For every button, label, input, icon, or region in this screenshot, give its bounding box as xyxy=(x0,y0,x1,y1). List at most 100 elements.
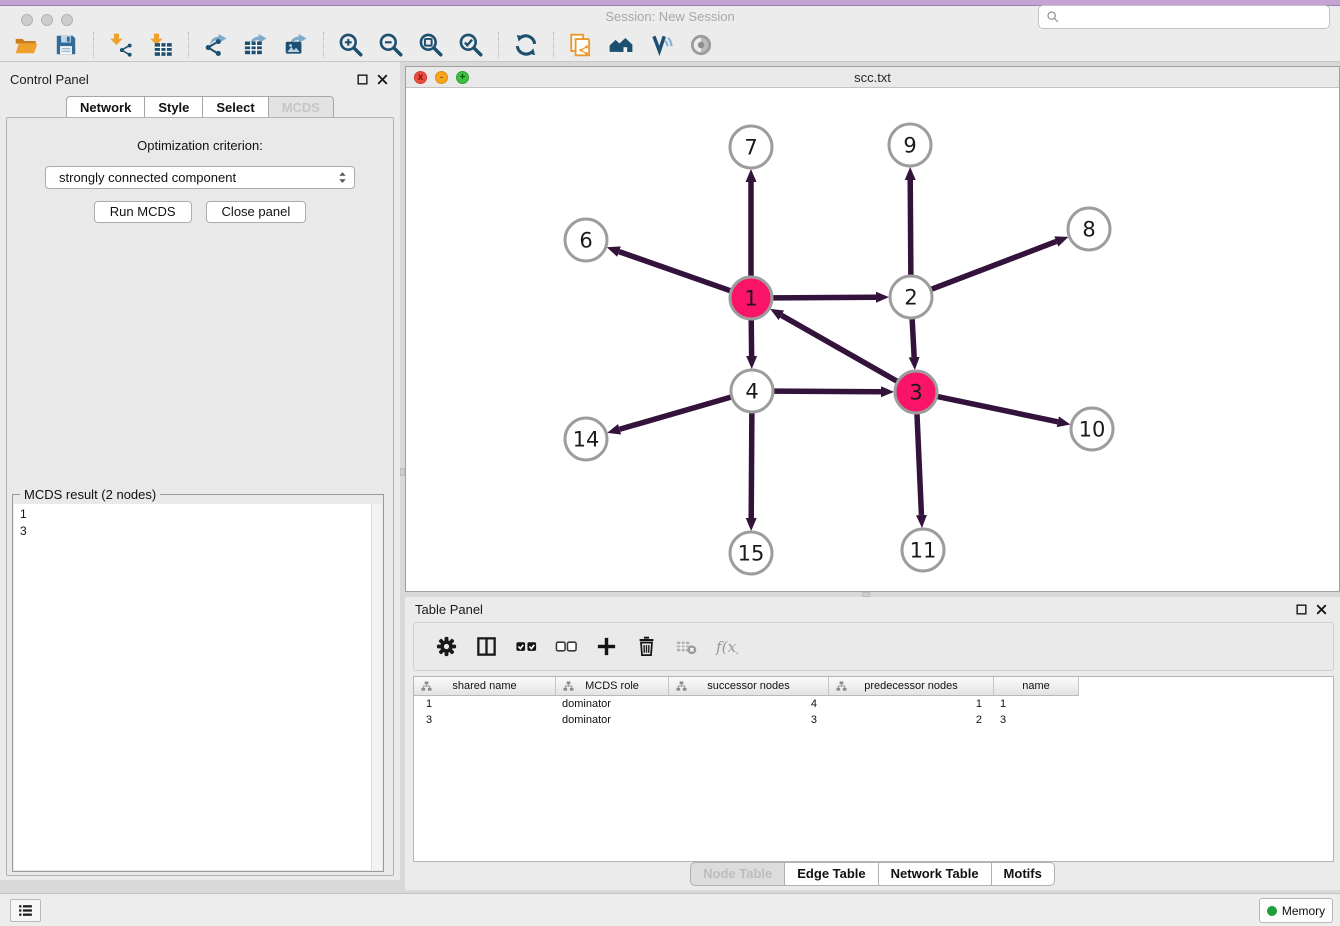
graph-edge-2-9[interactable] xyxy=(910,180,911,275)
mcds-result-text[interactable]: 1 3 xyxy=(14,504,382,870)
graph-edge-1-6[interactable] xyxy=(619,252,730,291)
save-session-button[interactable] xyxy=(46,30,86,60)
plus-icon xyxy=(595,635,618,658)
table-settings-button[interactable] xyxy=(428,632,464,662)
tab-motifs[interactable]: Motifs xyxy=(991,862,1055,886)
list-icon xyxy=(17,902,34,919)
frame-zoom-button[interactable]: + xyxy=(456,71,469,84)
table-row[interactable]: 3dominator323 xyxy=(414,712,1333,728)
show-panels-button[interactable] xyxy=(10,899,41,922)
graph-node-11[interactable]: 11 xyxy=(902,529,944,571)
column-panel-button[interactable] xyxy=(468,632,504,662)
graph-node-9[interactable]: 9 xyxy=(889,124,931,166)
zoom-selected-button[interactable] xyxy=(451,30,491,60)
column-header-label: successor nodes xyxy=(707,680,790,692)
hide-all-columns-button[interactable] xyxy=(548,632,584,662)
tab-node-table[interactable]: Node Table xyxy=(690,862,784,886)
float-panel-icon[interactable] xyxy=(356,73,369,86)
graph-node-6[interactable]: 6 xyxy=(565,219,607,261)
create-column-button[interactable] xyxy=(588,632,624,662)
float-table-panel-icon[interactable] xyxy=(1295,603,1308,616)
show-all-columns-button[interactable] xyxy=(508,632,544,662)
column-header-MCDS-role[interactable]: MCDS role xyxy=(556,677,669,696)
graph-node-8[interactable]: 8 xyxy=(1068,208,1110,250)
apply-layout-button[interactable] xyxy=(506,30,546,60)
table-cell[interactable]: 3 xyxy=(414,712,556,728)
table-cell[interactable]: 4 xyxy=(669,696,829,712)
tab-edge-table[interactable]: Edge Table xyxy=(784,862,877,886)
table-cell[interactable]: dominator xyxy=(556,696,669,712)
memory-button[interactable]: Memory xyxy=(1259,898,1333,923)
graph-node-4[interactable]: 4 xyxy=(731,370,773,412)
vertical-divider-grip[interactable] xyxy=(400,468,405,476)
table-cell[interactable]: dominator xyxy=(556,712,669,728)
table-cell[interactable]: 1 xyxy=(829,696,994,712)
import-network-button[interactable] xyxy=(101,30,141,60)
network-frame-titlebar[interactable]: scc.txt x-+ xyxy=(406,67,1339,88)
export-image-button[interactable] xyxy=(276,30,316,60)
table-cell[interactable]: 1 xyxy=(414,696,556,712)
search-input[interactable] xyxy=(1061,8,1329,26)
toolbar-separator xyxy=(93,32,94,58)
graph-edge-2-3[interactable] xyxy=(912,319,914,357)
graph-edge-4-15[interactable] xyxy=(751,413,752,518)
network-canvas[interactable]: 7 9 6 8 1 2 4 3 14 10 15 11 xyxy=(406,88,1339,591)
table-row[interactable]: 1dominator411 xyxy=(414,696,1333,712)
import-table-button[interactable] xyxy=(141,30,181,60)
graph-node-label: 1 xyxy=(744,287,757,311)
table-cell[interactable]: 1 xyxy=(994,696,1079,712)
close-table-panel-icon[interactable] xyxy=(1315,603,1328,616)
graph-node-10[interactable]: 10 xyxy=(1071,408,1113,450)
graph-edge-4-14[interactable] xyxy=(620,397,731,429)
tab-network-table[interactable]: Network Table xyxy=(878,862,991,886)
export-network-button[interactable] xyxy=(196,30,236,60)
frame-minimize-button[interactable]: - xyxy=(435,71,448,84)
run-mcds-button[interactable]: Run MCDS xyxy=(94,201,192,223)
graph-edge-3-10[interactable] xyxy=(938,397,1058,422)
graph-edge-1-2[interactable] xyxy=(773,297,876,298)
graph-edge-3-11[interactable] xyxy=(917,414,921,515)
svg-text:f(x): f(x) xyxy=(715,638,738,656)
zoom-in-button[interactable] xyxy=(331,30,371,60)
close-panel-icon[interactable] xyxy=(376,73,389,86)
graph-edge-4-3[interactable] xyxy=(774,391,881,392)
column-header-successor-nodes[interactable]: successor nodes xyxy=(669,677,829,696)
result-scrollbar[interactable] xyxy=(371,504,382,870)
column-header-shared-name[interactable]: shared name xyxy=(414,677,556,696)
graph-node-3[interactable]: 3 xyxy=(895,371,937,413)
import-table-icon xyxy=(148,32,174,58)
close-panel-button[interactable]: Close panel xyxy=(206,201,307,223)
graph-node-1[interactable]: 1 xyxy=(730,277,772,319)
graph-edge-2-8[interactable] xyxy=(932,241,1057,289)
criterion-dropdown[interactable]: strongly connected component xyxy=(45,166,355,189)
search-box[interactable] xyxy=(1038,5,1330,29)
open-file-button[interactable] xyxy=(6,30,46,60)
optimization-criterion-label: Optimization criterion: xyxy=(7,138,393,153)
mcds-result-group: MCDS result (2 nodes) 1 3 xyxy=(12,494,384,872)
vizmap-button[interactable] xyxy=(641,30,681,60)
frame-close-button[interactable]: x xyxy=(414,71,427,84)
table-panel: Table Panel f(x) shared nameMCDS rolesuc… xyxy=(405,597,1340,890)
graph-node-label: 9 xyxy=(903,134,916,158)
graph-node-14[interactable]: 14 xyxy=(565,418,607,460)
node-table[interactable]: shared nameMCDS role successor nodes prede… xyxy=(413,676,1334,862)
column-header-name[interactable]: name xyxy=(994,677,1079,696)
graph-node-15[interactable]: 15 xyxy=(730,532,772,574)
zoom-fit-button[interactable] xyxy=(411,30,451,60)
export-table-button[interactable] xyxy=(236,30,276,60)
zoom-out-button[interactable] xyxy=(371,30,411,60)
table-cell[interactable]: 3 xyxy=(994,712,1079,728)
column-header-predecessor-nodes[interactable]: predecessor nodes xyxy=(829,677,994,696)
eye-icon xyxy=(688,32,714,58)
trash-icon xyxy=(635,635,658,658)
table-cell[interactable]: 3 xyxy=(669,712,829,728)
graph-node-2[interactable]: 2 xyxy=(890,276,932,318)
delete-columns-button[interactable] xyxy=(628,632,664,662)
session-home-button[interactable] xyxy=(601,30,641,60)
hide-panel-button[interactable] xyxy=(681,30,721,60)
table-cell[interactable]: 2 xyxy=(829,712,994,728)
graph-edge-3-1[interactable] xyxy=(781,315,896,381)
toolbar-separator xyxy=(498,32,499,58)
clone-network-button[interactable] xyxy=(561,30,601,60)
graph-node-7[interactable]: 7 xyxy=(730,126,772,168)
